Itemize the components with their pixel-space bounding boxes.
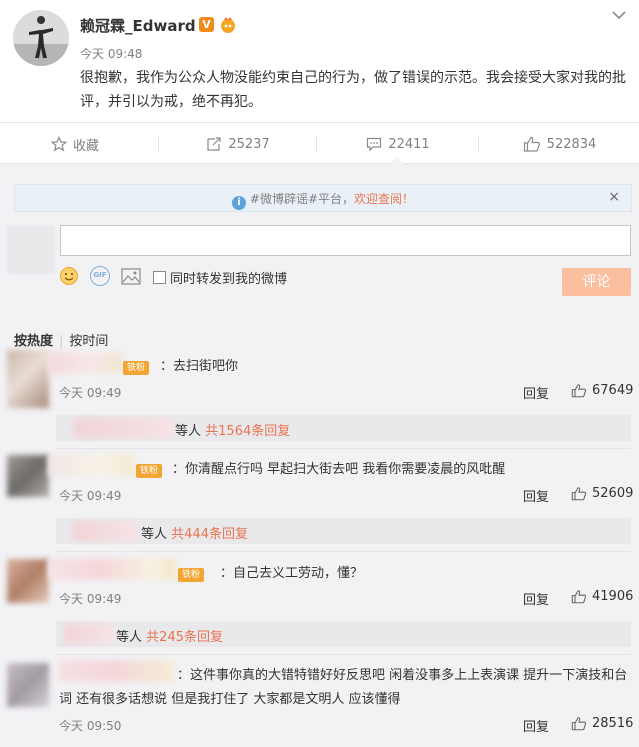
submit-comment-button[interactable]: 评论 [562, 268, 631, 296]
sub-replies-link[interactable]: 等人 共245条回复 [56, 621, 631, 647]
commenter-avatar[interactable] [7, 350, 49, 408]
commenter-name[interactable] [48, 454, 134, 476]
thumbs-up-icon [571, 717, 587, 731]
notice-text: i #微博辟谣#平台，欢迎查阅！ [15, 190, 631, 210]
comment-like-button[interactable]: 67649 [571, 383, 633, 398]
comment-sort-tabs: 按热度 | 按时间 [14, 330, 108, 349]
comment-like-count: 28516 [592, 716, 634, 731]
reply-button[interactable]: 回复 [523, 383, 549, 402]
comment-timestamp: 今天 09:50 [59, 719, 122, 733]
sub-replies-suffix: 等人 [175, 424, 202, 439]
sub-replies-text: 等人 共444条回复 [141, 523, 248, 542]
comment-like-count: 41906 [592, 589, 634, 604]
sub-replies-link[interactable]: 等人 共1564条回复 [56, 415, 631, 441]
comment-text-line-1: ：这件事你真的大错特错好好反思吧 闲着没事多上上表演课 提升一下演技和台 [177, 668, 628, 683]
post-action-bar: 收藏 25237 22411 522834 [0, 122, 639, 164]
comments-pointer [389, 157, 405, 165]
comment-divider [56, 448, 631, 449]
info-icon: i [231, 196, 246, 210]
sub-replies-count: 共1564条回复 [205, 424, 291, 439]
like-button[interactable]: 522834 [480, 123, 639, 165]
commenter-avatar[interactable] [7, 455, 49, 497]
thumbs-up-icon [571, 384, 587, 398]
notice-link[interactable]: #微博辟谣#平台， [250, 192, 354, 206]
author-avatar[interactable] [13, 10, 69, 66]
reply-avatars [64, 624, 114, 644]
star-icon [50, 136, 67, 152]
comment-count: 22411 [388, 136, 430, 152]
comment-divider [56, 551, 631, 552]
comment-text: ：你清醒点行吗 早起扫大街去吧 我看你需要凌晨的风吡醒 [172, 462, 506, 477]
repost-button[interactable]: 25237 [160, 123, 316, 165]
comment-input[interactable] [60, 225, 631, 256]
comment-like-button[interactable]: 28516 [571, 716, 633, 731]
tab-sort-hot[interactable]: 按热度 [14, 334, 53, 349]
favorite-label: 收藏 [72, 138, 99, 154]
current-user-avatar [7, 226, 55, 274]
sub-replies-link[interactable]: 等人 共444条回复 [56, 518, 631, 544]
gif-icon[interactable]: GIF [90, 266, 110, 286]
repost-count: 25237 [228, 136, 270, 152]
comment-text: ：去扫街吧你 [160, 359, 239, 374]
comment-text: ：自己去义工劳动，懂？ [220, 566, 364, 581]
thumbs-up-icon [571, 590, 587, 604]
comment-like-count: 52609 [592, 486, 634, 501]
reply-button[interactable]: 回复 [523, 589, 549, 608]
like-count: 522834 [546, 136, 597, 152]
reply-button[interactable]: 回复 [523, 486, 549, 505]
thumbs-up-icon [523, 136, 540, 152]
close-icon[interactable]: × [608, 189, 620, 205]
comment-timestamp: 今天 09:49 [59, 386, 122, 400]
comment-like-count: 67649 [592, 383, 634, 398]
comment-divider [56, 654, 631, 655]
reply-avatars [74, 418, 174, 438]
sub-replies-suffix: 等人 [116, 630, 143, 645]
commenter-name[interactable] [58, 660, 174, 682]
action-divider [478, 135, 479, 153]
action-divider [158, 135, 159, 153]
forward-checkbox[interactable]: 同时转发到我的微博 [153, 268, 287, 287]
tab-sort-time[interactable]: 按时间 [69, 334, 108, 349]
comment-icon [367, 137, 382, 152]
chevron-down-icon[interactable] [612, 10, 626, 20]
comment-text-line-2: 词 还有很多话想说 但是我打住了 大家都是文明人 应该懂得 [59, 692, 401, 707]
commenter-avatar[interactable] [7, 663, 49, 707]
comment-like-button[interactable]: 41906 [571, 589, 633, 604]
comment-timestamp: 今天 09:49 [59, 592, 122, 606]
sub-replies-count: 共245条回复 [146, 630, 223, 645]
post-timestamp[interactable]: 今天 09:48 [80, 45, 142, 62]
rumor-notice-banner: i #微博辟谣#平台，欢迎查阅！ × [14, 184, 632, 212]
sub-replies-suffix: 等人 [141, 527, 168, 542]
action-divider [316, 135, 317, 153]
comment-like-button[interactable]: 52609 [571, 486, 633, 501]
emoji-icon[interactable] [59, 266, 79, 286]
member-badge-icon [221, 17, 235, 33]
thumbs-up-icon [571, 487, 587, 501]
notice-welcome: 欢迎查阅！ [354, 192, 415, 206]
weibo-post: 赖冠霖_Edward V 今天 09:48 很抱歉，我作为公众人物没能约束自己的… [0, 0, 639, 122]
fan-badge-icon: 铁粉 [178, 568, 204, 582]
comment-timestamp: 今天 09:49 [59, 489, 122, 503]
verified-badge-icon: V [199, 17, 214, 32]
image-icon[interactable] [121, 268, 141, 285]
checkbox[interactable] [153, 271, 166, 284]
repost-icon [207, 137, 221, 151]
sub-replies-text: 等人 共1564条回复 [175, 420, 290, 439]
fan-badge-icon: 铁粉 [123, 361, 149, 375]
forward-label: 同时转发到我的微博 [170, 272, 288, 287]
reply-button[interactable]: 回复 [523, 716, 549, 735]
post-content: 很抱歉，我作为公众人物没能约束自己的行为，做了错误的示范。我会接受大家对我的批评… [80, 70, 626, 110]
sub-replies-text: 等人 共245条回复 [116, 626, 223, 645]
sub-replies-count: 共444条回复 [171, 527, 248, 542]
fan-badge-icon: 铁粉 [136, 464, 162, 478]
commenter-name[interactable] [48, 558, 176, 580]
author-name[interactable]: 赖冠霖_Edward [80, 15, 196, 36]
reply-avatars [72, 521, 138, 541]
commenter-avatar[interactable] [7, 559, 49, 603]
favorite-button[interactable]: 收藏 [0, 123, 150, 165]
commenter-name[interactable] [48, 352, 122, 374]
avatar-photo-icon [13, 10, 69, 66]
sort-separator: | [59, 334, 64, 349]
